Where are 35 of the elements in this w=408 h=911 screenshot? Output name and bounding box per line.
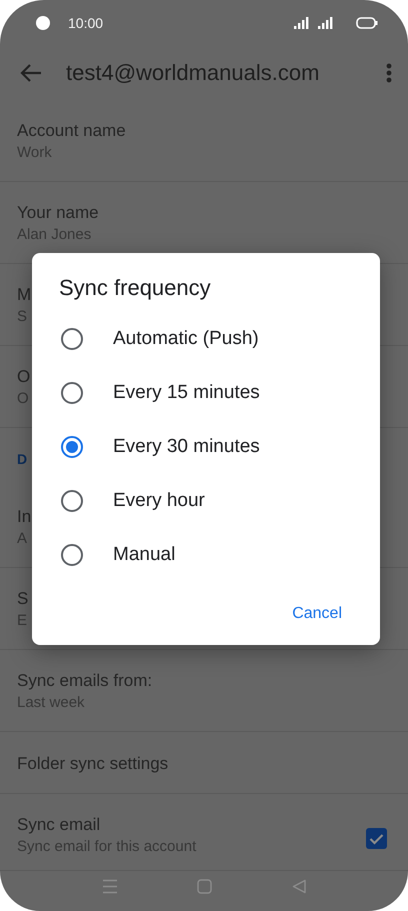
setting-title[interactable]: Folder sync settings xyxy=(17,753,168,775)
radio-option[interactable]: Manual xyxy=(32,528,380,582)
battery-icon xyxy=(356,16,378,28)
section-header: D xyxy=(17,450,28,468)
more-options-icon[interactable] xyxy=(386,62,392,82)
back-arrow-icon[interactable] xyxy=(20,62,42,82)
option-label: Every hour xyxy=(113,490,205,512)
radio-option[interactable]: Automatic (Push) xyxy=(32,312,380,366)
radio-option[interactable]: Every 15 minutes xyxy=(32,366,380,420)
camera-icon xyxy=(36,16,50,30)
toolbar-title: test4@worldmanuals.com xyxy=(66,60,320,86)
option-label: Every 15 minutes xyxy=(113,382,260,404)
setting-title[interactable]: O xyxy=(17,366,30,388)
radio-icon[interactable] xyxy=(61,328,83,350)
setting-title[interactable]: Account name xyxy=(17,120,126,142)
setting-title[interactable]: Sync email xyxy=(17,814,100,836)
radio-icon[interactable] xyxy=(61,436,83,458)
setting-title[interactable]: Your name xyxy=(17,202,99,224)
setting-title[interactable]: M xyxy=(17,284,32,306)
radio-icon[interactable] xyxy=(61,544,83,566)
radio-option[interactable]: Every hour xyxy=(32,474,380,528)
setting-title[interactable]: Sync emails from: xyxy=(17,670,152,692)
check-icon xyxy=(369,832,384,844)
setting-title[interactable]: In xyxy=(17,506,32,528)
checkbox[interactable] xyxy=(366,828,387,849)
option-label: Every 30 minutes xyxy=(113,436,260,458)
setting-title[interactable]: S xyxy=(17,588,28,610)
option-label: Automatic (Push) xyxy=(113,328,259,350)
radio-icon[interactable] xyxy=(61,382,83,404)
cancel-button[interactable]: Cancel xyxy=(280,596,354,632)
radio-icon[interactable] xyxy=(61,490,83,512)
radio-option[interactable]: Every 30 minutes xyxy=(32,420,380,474)
option-label: Manual xyxy=(113,544,176,566)
status-time: 10:00 xyxy=(68,14,104,30)
dialog-title: Sync frequency xyxy=(58,275,212,301)
